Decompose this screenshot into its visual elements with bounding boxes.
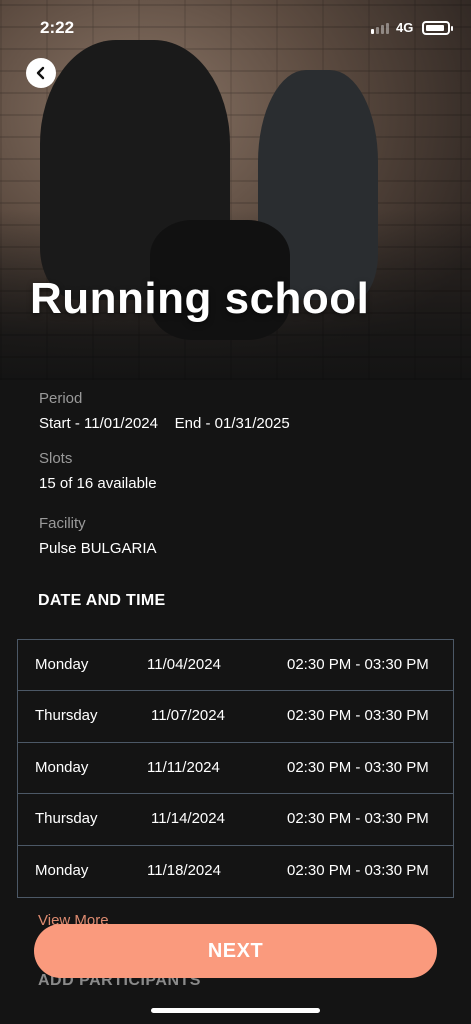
- schedule-row: Thursday 11/07/2024 02:30 PM - 03:30 PM: [18, 691, 453, 743]
- schedule-time: 02:30 PM - 03:30 PM: [287, 707, 429, 725]
- schedule-day: Thursday: [35, 810, 98, 828]
- facility-value: Pulse BULGARIA: [39, 540, 157, 557]
- next-button[interactable]: NEXT: [34, 924, 437, 978]
- status-bar: 2:22 4G: [0, 0, 471, 56]
- date-time-heading: DATE AND TIME: [38, 592, 166, 609]
- page-title: Running school: [30, 274, 370, 323]
- network-type: 4G: [396, 20, 414, 35]
- schedule-row: Monday 11/18/2024 02:30 PM - 03:30 PM: [18, 846, 453, 897]
- schedule-row: Monday 11/04/2024 02:30 PM - 03:30 PM: [18, 640, 453, 692]
- slots-value: 15 of 16 available: [39, 475, 157, 492]
- back-button[interactable]: [26, 58, 56, 88]
- schedule-date: 11/04/2024: [147, 656, 221, 673]
- period-label: Period: [39, 390, 83, 407]
- schedule-day: Monday: [35, 758, 89, 776]
- schedule-day: Thursday: [35, 707, 98, 725]
- period-value: Start - 11/01/2024 End - 01/31/2025: [39, 415, 290, 432]
- schedule-date: 11/18/2024: [147, 861, 221, 879]
- schedule-row: Thursday 11/14/2024 02:30 PM - 03:30 PM: [18, 794, 453, 846]
- signal-icon: [371, 23, 389, 34]
- status-time: 2:22: [40, 18, 75, 37]
- schedule-time: 02:30 PM - 03:30 PM: [287, 810, 429, 828]
- schedule-day: Monday: [35, 861, 89, 879]
- schedule-table: Monday 11/04/2024 02:30 PM - 03:30 PM Th…: [17, 639, 454, 898]
- schedule-date: 11/07/2024: [151, 707, 225, 725]
- facility-label: Facility: [39, 515, 86, 532]
- schedule-row: Monday 11/11/2024 02:30 PM - 03:30 PM: [18, 743, 453, 795]
- slots-label: Slots: [39, 450, 73, 467]
- schedule-time: 02:30 PM - 03:30 PM: [287, 861, 429, 879]
- schedule-time: 02:30 PM - 03:30 PM: [287, 758, 429, 776]
- schedule-date: 11/11/2024: [147, 758, 220, 776]
- schedule-time: 02:30 PM - 03:30 PM: [287, 656, 429, 673]
- battery-icon: [422, 21, 453, 35]
- schedule-day: Monday: [35, 656, 89, 673]
- chevron-left-icon: [36, 66, 45, 80]
- schedule-date: 11/14/2024: [151, 810, 225, 828]
- home-indicator: [151, 1008, 320, 1013]
